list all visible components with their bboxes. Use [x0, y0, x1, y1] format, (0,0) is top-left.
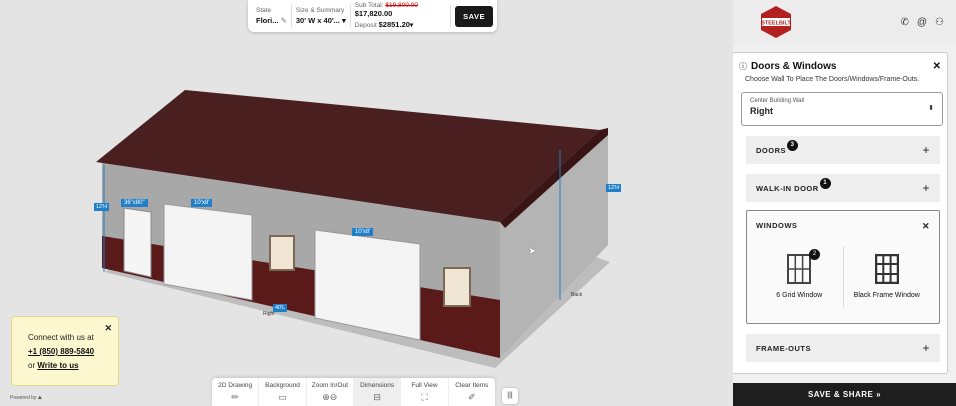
- 2d-drawing-button[interactable]: 2D Drawing ✏: [212, 378, 260, 406]
- connect-text: Connect with us at: [28, 333, 94, 342]
- clear-items-button[interactable]: Clear Items ✐: [449, 378, 495, 406]
- walk-in-door-accordion[interactable]: WALK-IN DOOR 1 +: [746, 174, 940, 202]
- state-label: State: [256, 7, 272, 14]
- bottom-toolbar: 2D Drawing ✏ Background ▭ Zoom In/Out ⊕⊖ Di…: [212, 378, 495, 406]
- pencil-icon[interactable]: ✎: [281, 16, 287, 25]
- phone-link[interactable]: +1 (850) 889-5840: [28, 347, 94, 356]
- ruler-pencil-icon: ✏: [231, 392, 239, 402]
- subtotal-new: $17,820.00: [354, 8, 393, 18]
- right-sidebar: STEELBILT ✆ @ ⚇ ⓘ Doors & Windows ✕ Choo…: [733, 0, 956, 406]
- dimensions-button[interactable]: Dimensions ⊟: [353, 378, 402, 406]
- frame-outs-label: FRAME-OUTS: [756, 343, 811, 353]
- svg-text:STEELBILT: STEELBILT: [761, 21, 791, 27]
- chevron-down-icon: ▾: [342, 16, 346, 25]
- dimensions-label: Dimensions: [360, 382, 395, 389]
- close-icon[interactable]: ✕: [933, 61, 941, 72]
- doors-label: DOORS: [756, 145, 787, 155]
- fullscreen-icon: ⛶: [421, 392, 428, 402]
- label-height-left: 12'H: [94, 203, 110, 211]
- black-frame-window-option[interactable]: Black Frame Window: [844, 246, 931, 308]
- size-value: 30' W x 40'...: [295, 16, 340, 25]
- black-frame-window-label: Black Frame Window: [853, 292, 920, 299]
- close-icon[interactable]: ✕: [922, 221, 930, 232]
- save-button[interactable]: SAVE: [455, 5, 493, 27]
- wall-select[interactable]: Center Building Wall Right ⬍: [741, 92, 943, 126]
- windows-label: WINDOWS: [756, 221, 798, 230]
- panel-title: Doors & Windows: [751, 61, 837, 72]
- state-value: Flori...: [256, 16, 279, 25]
- background-button[interactable]: Background ▭: [259, 378, 307, 406]
- background-label: Background: [265, 382, 300, 389]
- walk-in-label: WALK-IN DOOR: [756, 183, 819, 193]
- connect-card: ✕ Connect with us at +1 (850) 889-5840 o…: [11, 316, 119, 386]
- zoom-icon: ⊕⊖: [322, 392, 338, 402]
- label-wall-right: Right: [263, 311, 275, 317]
- full-view-button[interactable]: Full View ⛶: [401, 378, 449, 406]
- six-grid-count-badge: 2: [809, 249, 820, 260]
- deposit-value: $2851.20: [378, 19, 410, 29]
- steelbilt-logo[interactable]: STEELBILT: [759, 5, 793, 39]
- clear-items-label: Clear Items: [455, 382, 489, 389]
- top-toolbar: State Flori... ✎ Size & Summary 30' W x …: [248, 0, 497, 32]
- dimensions-icon: ⊟: [373, 392, 381, 402]
- six-grid-window-icon: [787, 254, 812, 284]
- doors-accordion[interactable]: DOORS 3 +: [746, 136, 940, 164]
- 2d-drawing-label: 2D Drawing: [218, 382, 253, 389]
- frame-outs-accordion[interactable]: FRAME-OUTS +: [746, 334, 940, 362]
- wall-select-value: Right: [750, 106, 773, 116]
- label-walk-in-size: 36"x80": [121, 199, 148, 207]
- walk-in-door: [123, 207, 152, 278]
- toolbar-toggle-button[interactable]: |||: [502, 388, 518, 404]
- write-to-us-link[interactable]: Write to us: [37, 361, 78, 370]
- or-text: or: [28, 361, 36, 370]
- six-grid-window-label: 6 Grid Window: [776, 292, 823, 299]
- phone-icon[interactable]: ✆: [900, 17, 908, 28]
- plus-icon[interactable]: +: [922, 181, 930, 195]
- email-icon[interactable]: @: [917, 17, 927, 28]
- building-3d-viewport[interactable]: 36"x80" 10'x8' 10'x8' 12'H 12'H 40'L Rig…: [0, 0, 733, 406]
- zoom-label: Zoom In/Out: [311, 382, 348, 389]
- doors-count-badge: 3: [787, 139, 799, 151]
- sidebar-header: STEELBILT ✆ @ ⚇: [733, 0, 956, 44]
- powered-by-text: Powered by: [10, 395, 37, 401]
- plus-icon[interactable]: +: [922, 143, 930, 157]
- wall-select-label: Center Building Wall: [750, 98, 805, 104]
- panel-subtitle: Choose Wall To Place The Doors/Windows/F…: [745, 76, 920, 83]
- size-selector[interactable]: Size & Summary 30' W x 40'... ▾: [292, 5, 351, 27]
- window-front-2: [443, 267, 471, 307]
- deposit-label: Deposit: [354, 21, 377, 29]
- image-icon: ▭: [278, 392, 287, 402]
- user-icon[interactable]: ⚇: [935, 17, 944, 28]
- label-height-right: 12'H: [606, 184, 622, 192]
- windows-section: WINDOWS ✕ 2 6 Grid Window Black Frame Wi…: [746, 210, 940, 324]
- full-view-label: Full View: [411, 382, 438, 389]
- zoom-button[interactable]: Zoom In/Out ⊕⊖: [307, 378, 354, 406]
- walk-in-count-badge: 1: [819, 177, 831, 189]
- state-selector[interactable]: State Flori... ✎: [252, 5, 292, 27]
- subtotal-label: Sub Total:: [354, 1, 384, 9]
- close-icon[interactable]: ✕: [104, 321, 112, 335]
- price-summary[interactable]: Sub Total: $19,800.00 $17,820.00 Deposit…: [351, 1, 452, 29]
- doors-windows-panel: ⓘ Doors & Windows ✕ Choose Wall To Place…: [733, 52, 948, 374]
- info-icon: ⓘ: [739, 62, 747, 71]
- black-frame-window-icon: [874, 254, 899, 284]
- subtotal-old: $19,800.00: [385, 1, 418, 9]
- label-wall-back: Back: [571, 292, 583, 298]
- brand-logo-icon: ⛰: [37, 395, 42, 401]
- chevron-down-icon: ▾: [409, 21, 414, 29]
- cursor-icon: ➤: [528, 246, 537, 257]
- plus-icon[interactable]: +: [922, 341, 930, 355]
- label-door-left-size: 10'x8': [191, 199, 213, 207]
- six-grid-window-option[interactable]: 2 6 Grid Window: [756, 246, 844, 308]
- broom-icon: ✐: [468, 392, 476, 402]
- save-share-button[interactable]: SAVE & SHARE »: [733, 383, 956, 406]
- label-length: 40'L: [273, 304, 288, 312]
- select-arrows-icon: ⬍: [928, 105, 934, 112]
- garage-door-left: [163, 203, 253, 301]
- window-front-1: [269, 235, 295, 271]
- size-label: Size & Summary: [295, 7, 345, 14]
- label-door-mid-size: 10'x8': [352, 228, 374, 236]
- powered-by: Powered by ⛰: [10, 395, 42, 401]
